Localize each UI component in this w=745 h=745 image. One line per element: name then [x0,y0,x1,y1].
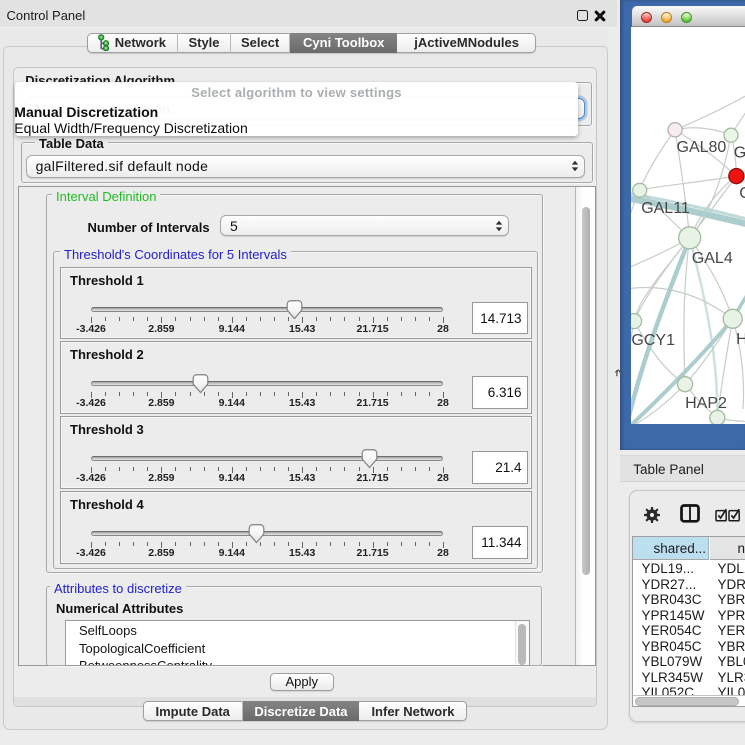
svg-text:GAL4: GAL4 [692,250,733,267]
svg-text:GAL11: GAL11 [641,200,690,217]
svg-text:GA: GA [734,144,745,161]
svg-text:GCY1: GCY1 [632,332,676,349]
svg-text:CO: CO [739,185,745,202]
svg-text:HAP2: HAP2 [685,395,727,412]
svg-text:GAL80: GAL80 [677,139,727,156]
svg-text:HA: HA [736,331,745,348]
